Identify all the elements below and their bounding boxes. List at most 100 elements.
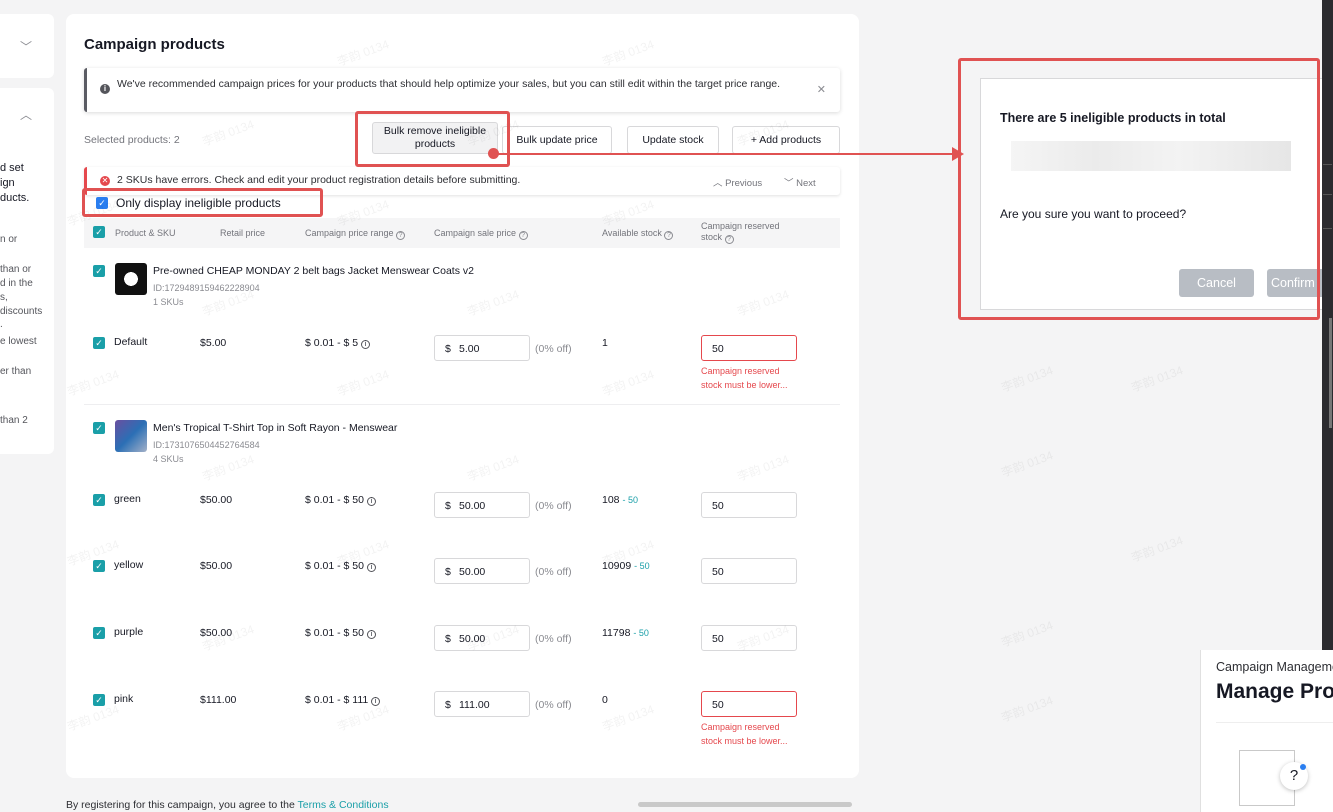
collapsed-section-card[interactable]: ﹀	[0, 14, 54, 78]
stock-value: 108	[602, 494, 620, 506]
horizontal-scrollbar[interactable]	[638, 802, 852, 807]
retail-price: $50.00	[200, 494, 233, 506]
reserved-stock-input[interactable]: 50	[701, 691, 797, 717]
breadcrumb[interactable]: Campaign Management	[1216, 660, 1333, 674]
card-title: Campaign products	[84, 36, 225, 53]
product-checkbox[interactable]: ✓	[93, 265, 105, 277]
discount-text: (0% off)	[535, 699, 572, 711]
watermark-text: 李韵 0134	[999, 618, 1055, 650]
sidebar-fragment: s,	[0, 292, 8, 303]
watermark-text: 李韵 0134	[735, 452, 791, 484]
product-id: ID:1731076504452764584	[153, 440, 260, 450]
sale-price-input[interactable]: $50.00	[434, 558, 530, 584]
error-icon: ✕	[100, 176, 110, 186]
watermark-text: 李韵 0134	[600, 37, 656, 69]
currency-symbol: $	[445, 633, 451, 645]
watermark-text: 李韵 0134	[1129, 363, 1185, 395]
table-header: ✓ Product & SKU Retail price Campaign pr…	[84, 218, 840, 248]
sku-checkbox[interactable]: ✓	[93, 560, 105, 572]
available-stock: 10909 - 50	[602, 560, 650, 572]
sale-price-input[interactable]: $50.00	[434, 625, 530, 651]
info-icon[interactable]: i	[361, 340, 371, 349]
sale-price-value: 50.00	[459, 500, 486, 512]
sale-price-input[interactable]: $50.00	[434, 492, 530, 518]
stock-increment: - 50	[633, 628, 649, 638]
price-range: $ 0.01 - $ 50 i	[305, 627, 376, 639]
next-error-button[interactable]: ﹀ Next	[784, 175, 816, 189]
bulk-update-price-button[interactable]: Bulk update price	[502, 126, 612, 154]
sale-price-value: 111.00	[459, 699, 490, 711]
info-icon[interactable]: i	[366, 630, 376, 639]
sku-name: green	[114, 493, 141, 505]
sku-name: Default	[114, 336, 148, 348]
product-sku-count: 1 SKUs	[153, 297, 184, 307]
product-name: Pre-owned CHEAP MONDAY 2 belt bags Jacke…	[153, 265, 474, 277]
price-range-text: $ 0.01 - $ 50	[305, 560, 364, 572]
discount-text: (0% off)	[535, 343, 572, 355]
vertical-scrollbar[interactable]	[1329, 318, 1332, 428]
price-range: $ 0.01 - $ 5 i	[305, 337, 371, 349]
sidebar-fragment: ducts.	[0, 192, 30, 204]
discount-text: (0% off)	[535, 633, 572, 645]
reserved-stock-input[interactable]: 50	[701, 335, 797, 361]
product-name: Men's Tropical T-Shirt Top in Soft Rayon…	[153, 422, 398, 434]
watermark-text: 李韵 0134	[200, 117, 256, 149]
separator	[1323, 164, 1332, 165]
question-icon[interactable]: ?	[518, 231, 528, 240]
column-header: Campaign price range ?	[305, 228, 406, 240]
retail-price: $50.00	[200, 627, 233, 639]
reserved-stock-input[interactable]: 50	[701, 625, 797, 651]
watermark-text: 李韵 0134	[999, 363, 1055, 395]
manage-products-panel: Campaign Management Manage Products	[1200, 650, 1333, 812]
update-stock-button[interactable]: Update stock	[627, 126, 719, 154]
previous-error-button[interactable]: ︿ Previous	[713, 175, 762, 189]
sku-checkbox[interactable]: ✓	[93, 694, 105, 706]
available-stock: 1	[602, 337, 608, 349]
help-button[interactable]: ?	[1280, 762, 1308, 790]
column-header: Product & SKU	[115, 228, 176, 238]
reserved-stock-input[interactable]: 50	[701, 558, 797, 584]
sku-name: pink	[114, 693, 134, 705]
price-range: $ 0.01 - $ 50 i	[305, 560, 376, 572]
terms-link[interactable]: Terms & Conditions	[298, 799, 389, 811]
reserved-stock-input[interactable]: 50	[701, 492, 797, 518]
close-icon[interactable]: ✕	[817, 83, 826, 96]
chevron-down-icon[interactable]: ﹀	[20, 38, 32, 55]
product-thumbnail	[115, 420, 147, 452]
add-products-button[interactable]: + Add products	[732, 126, 840, 154]
column-header: Campaign reserved stock ?	[701, 221, 801, 244]
watermark-text: 李韵 0134	[200, 452, 256, 484]
reserved-stock-error: Campaign reserved stock must be lower...	[701, 366, 788, 390]
chevron-up-icon[interactable]: ︿	[20, 106, 32, 123]
sidebar-fragment: d set	[0, 162, 24, 174]
question-icon[interactable]: ?	[724, 235, 734, 244]
available-stock: 0	[602, 694, 608, 706]
sku-name: purple	[114, 626, 144, 638]
info-icon[interactable]: i	[366, 563, 376, 572]
product-checkbox[interactable]: ✓	[93, 422, 105, 434]
sidebar-fragment: er than	[0, 366, 32, 377]
select-all-checkbox[interactable]: ✓	[93, 226, 105, 238]
question-icon[interactable]: ?	[396, 231, 406, 240]
sku-checkbox[interactable]: ✓	[93, 337, 105, 349]
watermark-text: 李韵 0134	[335, 367, 391, 399]
watermark-text: 李韵 0134	[600, 702, 656, 734]
terms-text: By registering for this campaign, you ag…	[66, 799, 298, 811]
previous-label: Previous	[725, 178, 763, 189]
currency-symbol: $	[445, 699, 451, 711]
sale-price-input[interactable]: $5.00	[434, 335, 530, 361]
info-icon[interactable]: i	[366, 497, 376, 506]
chevron-down-icon: ﹀	[784, 178, 797, 189]
watermark-text: 李韵 0134	[65, 367, 121, 399]
question-icon[interactable]: ?	[664, 231, 674, 240]
price-range-text: $ 0.01 - $ 50	[305, 627, 364, 639]
stock-increment: - 50	[622, 495, 638, 505]
sku-checkbox[interactable]: ✓	[93, 627, 105, 639]
watermark-text: 李韵 0134	[335, 37, 391, 69]
sku-checkbox[interactable]: ✓	[93, 494, 105, 506]
stock-value: 10909	[602, 560, 632, 572]
sale-price-input[interactable]: $111.00	[434, 691, 530, 717]
highlight-bulk-remove	[355, 111, 510, 167]
reserved-stock-error: Campaign reserved stock must be lower...	[701, 722, 788, 746]
info-icon[interactable]: i	[371, 697, 381, 706]
